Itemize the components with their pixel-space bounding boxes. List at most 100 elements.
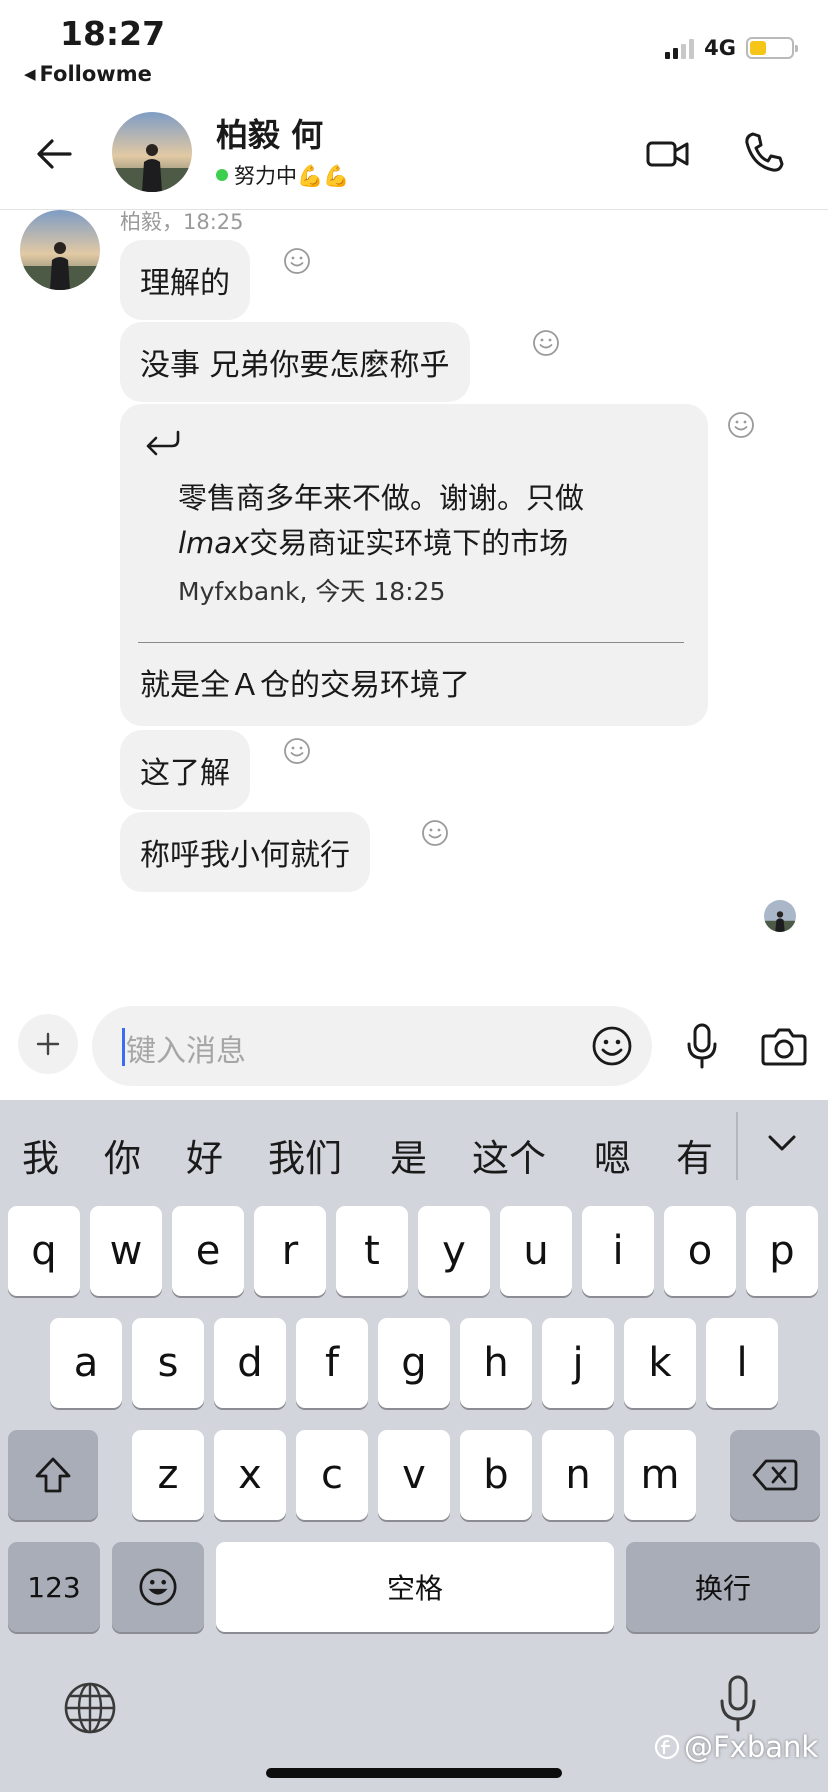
numbers-key[interactable]: 123	[8, 1542, 100, 1632]
phone-icon[interactable]	[740, 128, 788, 176]
emoji-key[interactable]	[112, 1542, 204, 1632]
shift-key[interactable]	[8, 1430, 98, 1520]
key-n[interactable]: n	[542, 1430, 614, 1520]
message-input[interactable]: 键入消息	[92, 1006, 652, 1086]
quoted-message: 零售商多年来不做。谢谢。只做 lmax交易商证实环境下的市场	[178, 476, 584, 566]
candidate-bar: 我 你 好 我们 是 这个 嗯 有	[0, 1100, 828, 1204]
keyboard: 我 你 好 我们 是 这个 嗯 有 q w e r t y u i o p a …	[0, 1100, 828, 1792]
candidate-word[interactable]: 我们	[268, 1128, 342, 1182]
attach-button[interactable]	[18, 1014, 78, 1074]
key-k[interactable]: k	[624, 1318, 696, 1408]
shift-arrow-icon	[35, 1457, 71, 1493]
key-z[interactable]: z	[132, 1430, 204, 1520]
contact-name: 柏毅 何	[216, 116, 324, 154]
watermark-text: @Fxbank	[684, 1730, 819, 1764]
key-m[interactable]: m	[624, 1430, 696, 1520]
battery-fill	[750, 41, 766, 55]
watermark: @Fxbank	[654, 1730, 818, 1764]
smiley-icon	[139, 1568, 177, 1606]
home-indicator[interactable]	[266, 1768, 562, 1778]
dictation-microphone-icon[interactable]	[716, 1674, 760, 1734]
arrow-left-icon[interactable]	[30, 130, 78, 178]
key-s[interactable]: s	[132, 1318, 204, 1408]
add-reaction-icon[interactable]	[282, 736, 312, 766]
key-q[interactable]: q	[8, 1206, 80, 1296]
chevron-down-icon[interactable]	[762, 1128, 802, 1158]
contact-status: 努力中💪💪	[216, 160, 349, 190]
chat-header: 柏毅 何 努力中💪💪	[0, 96, 828, 210]
key-x[interactable]: x	[214, 1430, 286, 1520]
message-placeholder: 键入消息	[126, 1034, 246, 1069]
add-reaction-icon[interactable]	[726, 410, 756, 440]
reply-text: 就是全Ａ仓的交易环境了	[140, 668, 470, 703]
message-bubble[interactable]: 这了解	[120, 730, 250, 810]
network-type: 4G	[704, 36, 736, 60]
sender-meta: 柏毅，18:25	[120, 210, 244, 234]
quote-divider	[138, 642, 684, 643]
key-i[interactable]: i	[582, 1206, 654, 1296]
reply-arrow-icon	[146, 430, 180, 456]
quoted-reply-bubble[interactable]: 零售商多年来不做。谢谢。只做 lmax交易商证实环境下的市场 Myfxbank,…	[120, 404, 708, 726]
key-f[interactable]: f	[296, 1318, 368, 1408]
video-camera-icon[interactable]	[644, 130, 692, 178]
fxbank-logo-icon	[654, 1734, 680, 1760]
contact-avatar[interactable]	[112, 112, 192, 192]
sender-avatar[interactable]	[20, 210, 100, 290]
key-h[interactable]: h	[460, 1318, 532, 1408]
backspace-key[interactable]	[730, 1430, 820, 1520]
avatar-photo	[20, 210, 100, 290]
key-b[interactable]: b	[460, 1430, 532, 1520]
key-r[interactable]: r	[254, 1206, 326, 1296]
space-key[interactable]: 空格	[216, 1542, 614, 1632]
message-list[interactable]: 柏毅，18:25 理解的 没事 兄弟你要怎麽称乎 零售商多年来不做。谢谢。只做 …	[0, 210, 828, 1000]
candidate-word[interactable]: 是	[390, 1128, 427, 1182]
key-j[interactable]: j	[542, 1318, 614, 1408]
message-bubble[interactable]: 没事 兄弟你要怎麽称乎	[120, 322, 470, 402]
candidate-word[interactable]: 我	[22, 1128, 59, 1182]
status-time: 18:27	[60, 14, 166, 53]
key-u[interactable]: u	[500, 1206, 572, 1296]
microphone-icon[interactable]	[682, 1022, 722, 1070]
message-text: 理解的	[140, 266, 230, 301]
key-c[interactable]: c	[296, 1430, 368, 1520]
add-reaction-icon[interactable]	[531, 328, 561, 358]
key-w[interactable]: w	[90, 1206, 162, 1296]
candidate-word[interactable]: 嗯	[594, 1128, 631, 1182]
key-e[interactable]: e	[172, 1206, 244, 1296]
text-caret	[122, 1028, 125, 1066]
quoted-line-2-rest: 交易商证实环境下的市场	[249, 526, 569, 560]
key-v[interactable]: v	[378, 1430, 450, 1520]
quoted-source: Myfxbank, 今天 18:25	[178, 577, 446, 606]
add-reaction-icon[interactable]	[282, 246, 312, 276]
read-receipt-avatar	[764, 900, 796, 932]
key-p[interactable]: p	[746, 1206, 818, 1296]
key-l[interactable]: l	[706, 1318, 778, 1408]
candidate-word[interactable]: 有	[676, 1128, 713, 1182]
message-bubble[interactable]: 称呼我小何就行	[120, 812, 370, 892]
back-triangle-icon: ◀	[24, 65, 36, 83]
back-to-app-link[interactable]: ◀ Followme	[24, 62, 152, 86]
globe-icon[interactable]	[62, 1680, 118, 1736]
add-reaction-icon[interactable]	[420, 818, 450, 848]
message-bubble[interactable]: 理解的	[120, 240, 250, 320]
quoted-line-2: lmax交易商证实环境下的市场	[178, 521, 584, 566]
return-key[interactable]: 换行	[626, 1542, 820, 1632]
smiley-icon[interactable]	[590, 1024, 634, 1068]
key-d[interactable]: d	[214, 1318, 286, 1408]
key-g[interactable]: g	[378, 1318, 450, 1408]
camera-icon[interactable]	[760, 1024, 808, 1068]
status-indicators: 4G	[665, 36, 798, 60]
candidate-word[interactable]: 好	[186, 1128, 223, 1182]
key-o[interactable]: o	[664, 1206, 736, 1296]
key-y[interactable]: y	[418, 1206, 490, 1296]
key-a[interactable]: a	[50, 1318, 122, 1408]
plus-icon	[36, 1032, 60, 1056]
candidate-word[interactable]: 这个	[472, 1128, 546, 1182]
candidate-word[interactable]: 你	[104, 1128, 141, 1182]
message-composer: 键入消息	[0, 1000, 828, 1100]
message-text: 这了解	[140, 756, 230, 791]
key-t[interactable]: t	[336, 1206, 408, 1296]
candidate-divider	[736, 1112, 738, 1180]
message-text: 称呼我小何就行	[140, 838, 350, 873]
quoted-line-1: 零售商多年来不做。谢谢。只做	[178, 481, 585, 515]
